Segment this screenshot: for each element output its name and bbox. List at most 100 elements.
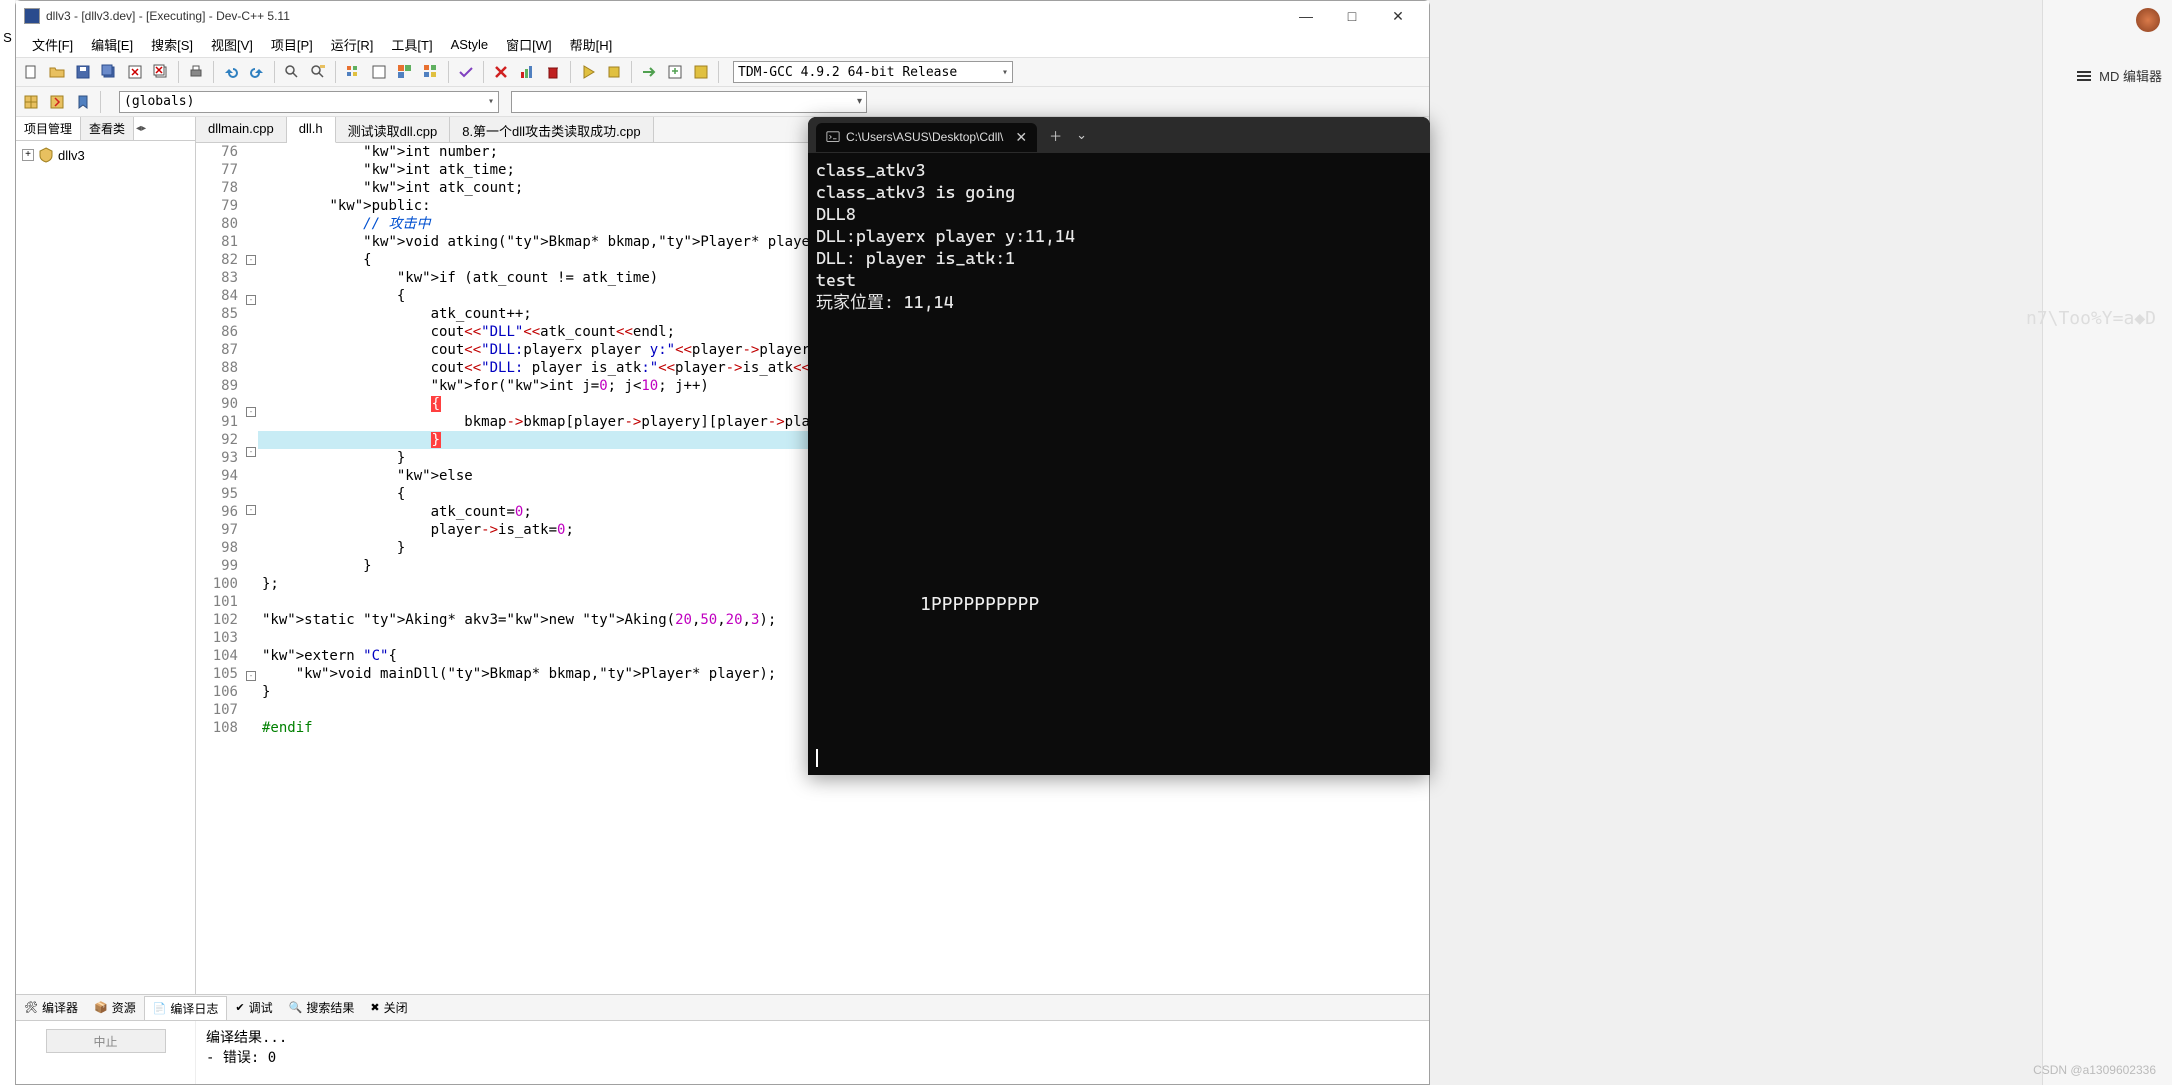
editor-tab[interactable]: dll.h <box>287 117 336 143</box>
toolbar-main: TDM-GCC 4.9.2 64-bit Release ▾ <box>16 57 1429 87</box>
close-button[interactable]: ✕ <box>1375 1 1421 31</box>
fold-toggle-icon[interactable]: - <box>246 505 256 515</box>
terminal-line: 玩家位置: 11,14 <box>816 291 1422 313</box>
right-panel: MD 编辑器 <box>2042 0 2172 1085</box>
fold-toggle-icon[interactable]: - <box>246 255 256 265</box>
menu-item[interactable]: 搜索[S] <box>143 33 201 56</box>
sidebar-tab-project[interactable]: 项目管理 <box>16 117 81 140</box>
menu-item[interactable]: 视图[V] <box>203 33 261 56</box>
bottom-tab[interactable]: 🔍搜索结果 <box>281 996 363 1019</box>
bookmark-icon[interactable] <box>664 61 686 83</box>
bottom-panel: 🛠编译器📦资源📄编译日志✔调试🔍搜索结果✖关闭 中止 编译结果... - 错误:… <box>16 994 1429 1084</box>
compiler-select[interactable]: TDM-GCC 4.9.2 64-bit Release ▾ <box>733 61 1013 83</box>
tree-item-project[interactable]: + dllv3 <box>20 145 191 165</box>
delete-icon[interactable] <box>542 61 564 83</box>
bottom-tab[interactable]: 🛠编译器 <box>16 996 86 1019</box>
fold-toggle-icon[interactable]: - <box>246 407 256 417</box>
terminal-window[interactable]: C:\Users\ASUS\Desktop\Cdll\ ✕ ＋ ⌄ class_… <box>808 117 1430 775</box>
terminal-line: class_atkv3 is going <box>816 181 1422 203</box>
menu-item[interactable]: 文件[F] <box>24 33 81 56</box>
goto-line-icon[interactable] <box>690 61 712 83</box>
fold-column[interactable]: - - - - - - <box>244 143 258 994</box>
menu-item[interactable]: 项目[P] <box>263 33 321 56</box>
avatar[interactable] <box>2136 8 2160 32</box>
md-editor-label: MD 编辑器 <box>2099 66 2162 85</box>
save-icon[interactable] <box>72 61 94 83</box>
terminal-body[interactable]: class_atkv3class_atkv3 is goingDLL8DLL:p… <box>808 153 1430 775</box>
open-icon[interactable] <box>46 61 68 83</box>
compile-run-icon[interactable] <box>394 61 416 83</box>
menu-item[interactable]: 工具[T] <box>383 33 440 56</box>
terminal-dropdown-icon[interactable]: ⌄ <box>1076 127 1087 143</box>
app-icon <box>24 8 40 24</box>
find-icon[interactable] <box>281 61 303 83</box>
fold-toggle-icon[interactable]: - <box>246 447 256 457</box>
close-file-icon[interactable] <box>124 61 146 83</box>
toggle-lines-icon[interactable] <box>2077 71 2091 81</box>
terminal-tab-title: C:\Users\ASUS\Desktop\Cdll\ <box>846 130 1003 144</box>
rebuild-icon[interactable] <box>420 61 442 83</box>
bottom-tab[interactable]: ✔调试 <box>227 996 280 1019</box>
menu-item[interactable]: 窗口[W] <box>498 33 560 56</box>
fold-toggle-icon[interactable]: - <box>246 295 256 305</box>
terminal-cursor <box>816 745 818 767</box>
tab-icon: 📄 <box>153 1002 167 1015</box>
replace-icon[interactable] <box>307 61 329 83</box>
run-icon[interactable] <box>368 61 390 83</box>
compiler-select-value: TDM-GCC 4.9.2 64-bit Release <box>738 65 957 80</box>
bottom-tab[interactable]: 📄编译日志 <box>144 996 228 1020</box>
bookmark-toggle-icon[interactable] <box>72 91 94 113</box>
tab-icon: ✔ <box>235 1001 244 1014</box>
terminal-tab[interactable]: C:\Users\ASUS\Desktop\Cdll\ ✕ <box>816 123 1037 152</box>
terminal-line: DLL:playerx player y:11,14 <box>816 225 1422 247</box>
debug-check-icon[interactable] <box>455 61 477 83</box>
bottom-tab[interactable]: 📦资源 <box>86 996 144 1019</box>
new-class-icon[interactable] <box>20 91 42 113</box>
titlebar[interactable]: dllv3 - [dllv3.dev] - [Executing] - Dev-… <box>16 1 1429 31</box>
minimize-button[interactable]: — <box>1283 1 1329 31</box>
stop-button[interactable]: 中止 <box>46 1029 166 1053</box>
insert-icon[interactable] <box>46 91 68 113</box>
editor-tab[interactable]: dllmain.cpp <box>196 117 287 142</box>
project-tree[interactable]: + dllv3 <box>16 141 195 169</box>
compile-icon[interactable] <box>342 61 364 83</box>
print-icon[interactable] <box>185 61 207 83</box>
terminal-tab-close-icon[interactable]: ✕ <box>1015 129 1027 146</box>
menu-item[interactable]: 帮助[H] <box>562 33 621 56</box>
terminal-line: test <box>816 269 1422 291</box>
tab-icon: ✖ <box>370 1001 379 1014</box>
fold-toggle-icon[interactable]: - <box>246 671 256 681</box>
debug-stop-icon[interactable] <box>603 61 625 83</box>
new-file-icon[interactable] <box>20 61 42 83</box>
sidebar-tab-class[interactable]: 查看类 <box>81 117 134 140</box>
close-all-icon[interactable] <box>150 61 172 83</box>
globals-select[interactable]: (globals) ▾ <box>119 91 499 113</box>
menu-item[interactable]: AStyle <box>443 35 497 54</box>
terminal-new-tab-icon[interactable]: ＋ <box>1049 126 1062 145</box>
window-title: dllv3 - [dllv3.dev] - [Executing] - Dev-… <box>46 9 1283 23</box>
menu-item[interactable]: 运行[R] <box>323 33 382 56</box>
sidebar-tab-scroll[interactable]: ◂▸ <box>134 117 148 140</box>
menu-item[interactable]: 编辑[E] <box>83 33 141 56</box>
save-all-icon[interactable] <box>98 61 120 83</box>
redo-icon[interactable] <box>246 61 268 83</box>
editor-tab[interactable]: 测试读取dll.cpp <box>336 117 451 142</box>
chevron-down-icon: ▾ <box>1002 67 1008 78</box>
bottom-tab[interactable]: ✖关闭 <box>362 996 415 1019</box>
tree-item-label: dllv3 <box>58 148 85 163</box>
profile-icon[interactable] <box>516 61 538 83</box>
compile-output-line: - 错误: 0 <box>206 1047 1419 1067</box>
terminal-icon <box>826 130 840 144</box>
tree-expand-icon[interactable]: + <box>22 149 34 161</box>
menubar[interactable]: 文件[F]编辑[E]搜索[S]视图[V]项目[P]运行[R]工具[T]AStyl… <box>16 31 1429 57</box>
stop-icon[interactable] <box>490 61 512 83</box>
debug-start-icon[interactable] <box>577 61 599 83</box>
tab-icon: 🛠 <box>24 1001 38 1014</box>
maximize-button[interactable]: □ <box>1329 1 1375 31</box>
terminal-titlebar[interactable]: C:\Users\ASUS\Desktop\Cdll\ ✕ ＋ ⌄ <box>808 117 1430 153</box>
editor-tab[interactable]: 8.第一个dll攻击类读取成功.cpp <box>450 117 653 142</box>
goto-icon[interactable] <box>638 61 660 83</box>
member-select[interactable]: ▾ <box>511 91 867 113</box>
terminal-line: class_atkv3 <box>816 159 1422 181</box>
undo-icon[interactable] <box>220 61 242 83</box>
